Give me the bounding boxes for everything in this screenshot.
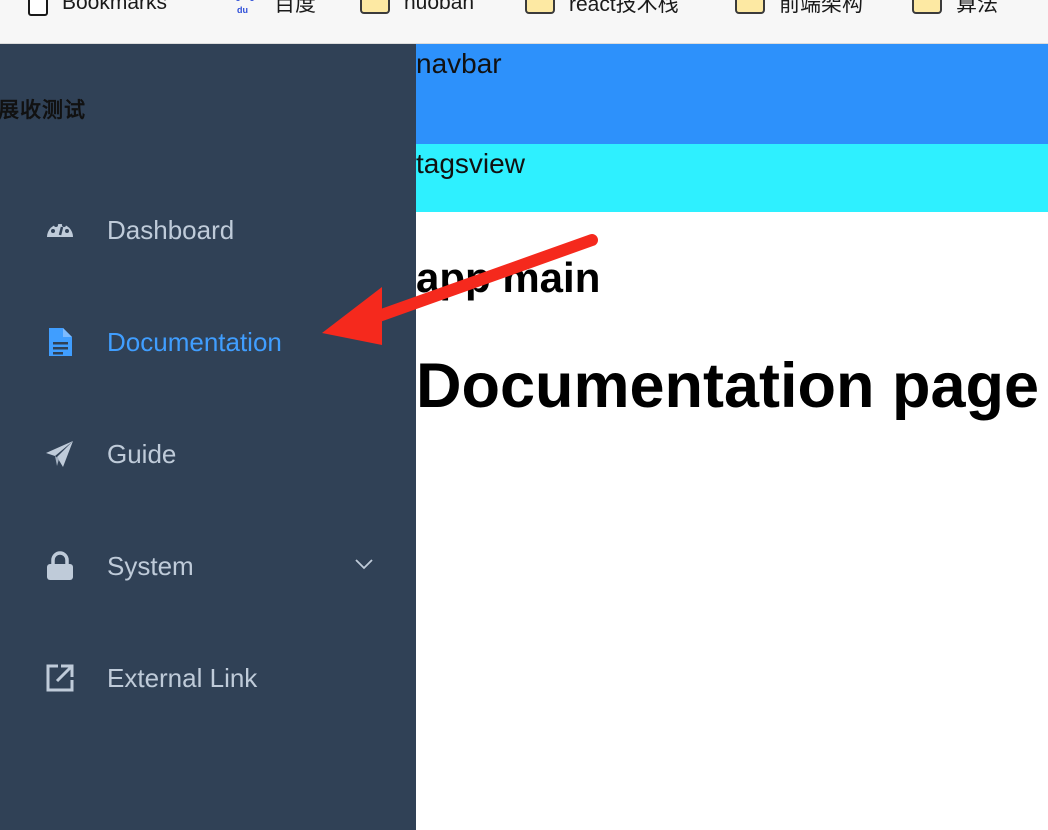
bookmark-label: Bookmarks bbox=[62, 0, 168, 14]
navbar: navbar bbox=[416, 44, 1048, 144]
bookmark-label: react技术栈 bbox=[569, 0, 679, 16]
sidebar-item-documentation[interactable]: Documentation bbox=[0, 312, 416, 372]
bookmark-huoban[interactable]: huoban bbox=[360, 0, 474, 18]
navbar-label: navbar bbox=[416, 48, 502, 79]
bookmark-label: huoban bbox=[404, 0, 475, 14]
paper-plane-icon bbox=[45, 439, 75, 469]
sidebar-item-dashboard[interactable]: Dashboard bbox=[0, 200, 416, 260]
lock-icon bbox=[45, 551, 75, 581]
bookmark-bookmarks[interactable]: Bookmarks bbox=[28, 0, 167, 18]
bookmark-label: 前端架构 bbox=[779, 0, 863, 16]
sidebar-item-guide[interactable]: Guide bbox=[0, 424, 416, 484]
sidebar-item-label: External Link bbox=[107, 662, 258, 693]
bookmark-label: 百度 bbox=[274, 0, 316, 16]
app-main-title: app main bbox=[416, 254, 601, 301]
folder-icon bbox=[912, 0, 942, 14]
bookmark-baidu[interactable]: du 百度 bbox=[232, 0, 316, 18]
page-heading: Documentation page bbox=[416, 351, 1040, 421]
external-link-icon bbox=[45, 663, 75, 693]
sidebar-item-label: Dashboard bbox=[107, 214, 235, 245]
tagsview-label: tagsview bbox=[416, 148, 525, 179]
sidebar-item-external-link[interactable]: External Link bbox=[0, 648, 416, 708]
folder-icon bbox=[525, 0, 555, 14]
sidebar-item-label: System bbox=[107, 550, 194, 581]
chevron-down-icon[interactable] bbox=[354, 557, 374, 575]
folder-icon bbox=[360, 0, 390, 14]
tagsview: tagsview bbox=[416, 144, 1048, 212]
document-icon bbox=[28, 0, 48, 16]
sidebar-item-system[interactable]: System bbox=[0, 536, 416, 596]
bookmark-algorithms[interactable]: 算法 bbox=[912, 0, 998, 18]
sidebar-item-label: Documentation bbox=[107, 326, 282, 357]
bookmark-react[interactable]: react技术栈 bbox=[525, 0, 679, 18]
sidebar-item-label: Guide bbox=[107, 438, 177, 469]
baidu-icon: du bbox=[232, 0, 260, 17]
folder-icon bbox=[735, 0, 765, 14]
bookmarks-bar: Bookmarks du 百度 huoban react技术栈 前端架构 算法 bbox=[0, 0, 1048, 44]
sidebar: 展收测试 Dashboard Documentation Guide Syste… bbox=[0, 44, 416, 830]
sidebar-title[interactable]: 展收测试 bbox=[0, 94, 86, 124]
bookmark-label: 算法 bbox=[956, 0, 998, 16]
document-icon bbox=[45, 327, 75, 357]
dashboard-icon bbox=[45, 215, 75, 245]
bookmark-frontend-arch[interactable]: 前端架构 bbox=[735, 0, 863, 18]
